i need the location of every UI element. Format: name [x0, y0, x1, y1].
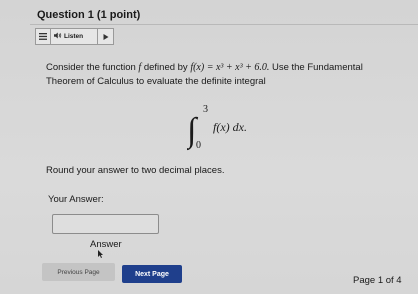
- function-expression: f(x) = x³ + x³ + 6.0.: [190, 62, 270, 73]
- question-title: Question 1 (1 point): [37, 9, 140, 21]
- instruction-text-2: Theorem of Calculus to evaluate the defi…: [46, 75, 266, 87]
- defined-by-text: defined by: [143, 62, 188, 73]
- intro-text: Consider the function: [46, 62, 136, 73]
- speaker-icon: [54, 32, 62, 41]
- question-label: Question 1: [37, 9, 94, 21]
- next-page-button[interactable]: Next Page: [122, 265, 182, 283]
- integrand: f(x) dx.: [213, 120, 247, 134]
- question-points: (1 point): [96, 9, 141, 21]
- listen-button[interactable]: Listen: [51, 29, 98, 44]
- title-divider: [30, 24, 418, 25]
- integral-lower-limit: 0: [196, 140, 201, 151]
- hamburger-menu-icon[interactable]: [36, 29, 51, 44]
- question-page: Question 1 (1 point) Listen Consider the…: [0, 0, 418, 294]
- listen-label: Listen: [64, 33, 84, 40]
- instruction-text-1: Use the Fundamental: [271, 62, 363, 73]
- your-answer-label: Your Answer:: [48, 194, 104, 205]
- page-indicator: Page 1 of 4: [353, 275, 402, 286]
- play-icon[interactable]: [98, 33, 113, 40]
- rounding-instruction: Round your answer to two decimal places.: [46, 165, 225, 176]
- listen-toolbar: Listen: [35, 28, 114, 45]
- previous-page-button[interactable]: Previous Page: [42, 263, 115, 281]
- integral-upper-limit: 3: [203, 104, 208, 115]
- answer-field-label: Answer: [90, 239, 122, 250]
- function-name: f: [138, 62, 142, 73]
- mouse-cursor-icon: [98, 250, 103, 258]
- answer-input[interactable]: [52, 214, 159, 234]
- question-prompt: Consider the function f defined by f(x) …: [46, 61, 406, 88]
- definite-integral: ∫ 3 0 f(x) dx.: [187, 104, 247, 151]
